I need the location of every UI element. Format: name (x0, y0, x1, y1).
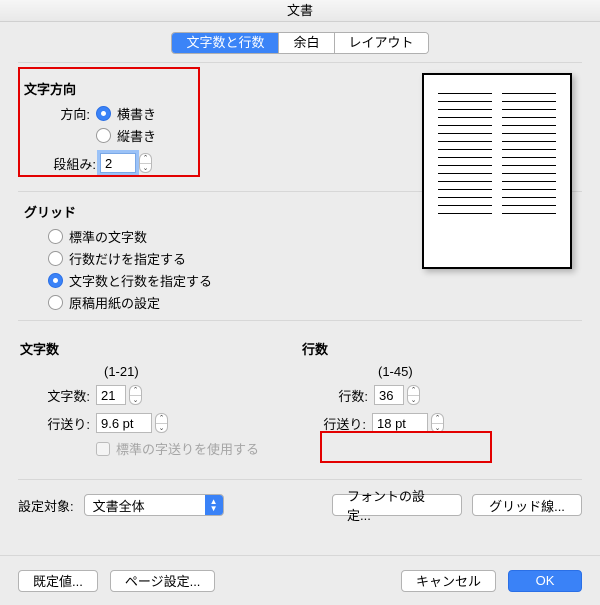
font-settings-button[interactable]: フォントの設定... (332, 494, 462, 516)
tab-chars-lines[interactable]: 文字数と行数 (172, 33, 279, 53)
ok-button[interactable]: OK (508, 570, 582, 592)
lines-pitch-stepper[interactable]: ⌃⌄ (431, 413, 444, 433)
chars-pitch-label: 行送り: (38, 414, 90, 433)
dialog-footer: 既定値... ページ設定... キャンセル OK (0, 555, 600, 605)
gridlines-button[interactable]: グリッド線... (472, 494, 582, 516)
section-lines-title: 行数 (302, 339, 582, 358)
radio-grid-lines-only-label: 行数だけを指定する (69, 249, 186, 268)
dialog-content: 文字数と行数 余白 レイアウト (0, 22, 600, 555)
apply-to-select[interactable]: 文書全体 ▲▼ (84, 494, 224, 516)
radio-grid-lines-only[interactable] (48, 251, 63, 266)
radio-vertical[interactable] (96, 128, 111, 143)
chars-range: (1-21) (104, 364, 300, 379)
columns-stepper[interactable]: ⌃⌄ (139, 153, 152, 173)
section-chars-title: 文字数 (20, 339, 300, 358)
tab-pane: 文字方向 方向: 横書き 縦書き 段組み: (18, 62, 582, 542)
radio-grid-genkou[interactable] (48, 295, 63, 310)
radio-grid-chars-lines[interactable] (48, 273, 63, 288)
columns-input[interactable] (100, 153, 136, 173)
use-default-pitch-label: 標準の字送りを使用する (116, 439, 259, 458)
chars-count-input[interactable] (96, 385, 126, 405)
tab-layout[interactable]: レイアウト (335, 33, 428, 53)
radio-grid-chars-lines-label: 文字数と行数を指定する (69, 271, 212, 290)
orientation-label: 方向: (48, 104, 90, 123)
apply-to-label: 設定対象: (18, 496, 74, 515)
chars-count-stepper[interactable]: ⌃⌄ (129, 385, 142, 405)
radio-grid-genkou-label: 原稿用紙の設定 (69, 293, 160, 312)
page-setup-button[interactable]: ページ設定... (110, 570, 216, 592)
columns-field: ⌃⌄ (100, 153, 152, 173)
lines-range: (1-45) (378, 364, 582, 379)
select-caret-icon: ▲▼ (205, 495, 223, 515)
chars-pitch-stepper[interactable]: ⌃⌄ (155, 413, 168, 433)
page-preview (422, 73, 572, 269)
radio-horizontal[interactable] (96, 106, 111, 121)
tabs: 文字数と行数 余白 レイアウト (18, 32, 582, 54)
columns-label: 段組み: (48, 154, 96, 173)
radio-grid-standard[interactable] (48, 229, 63, 244)
radio-grid-standard-label: 標準の文字数 (69, 227, 147, 246)
chars-count-label: 文字数: (38, 386, 90, 405)
defaults-button[interactable]: 既定値... (18, 570, 98, 592)
window-title: 文書 (0, 0, 600, 22)
lines-count-stepper[interactable]: ⌃⌄ (407, 385, 420, 405)
document-settings-window: 文書 文字数と行数 余白 レイアウト (0, 0, 600, 605)
lines-count-input[interactable] (374, 385, 404, 405)
radio-horizontal-label: 横書き (117, 104, 156, 123)
cancel-button[interactable]: キャンセル (401, 570, 496, 592)
lines-pitch-input[interactable] (372, 413, 428, 433)
lines-pitch-label: 行送り: (314, 414, 366, 433)
radio-vertical-label: 縦書き (117, 126, 156, 145)
apply-to-value: 文書全体 (85, 496, 205, 515)
chars-pitch-input[interactable] (96, 413, 152, 433)
lines-count-label: 行数: (328, 386, 368, 405)
tab-margins[interactable]: 余白 (279, 33, 334, 53)
use-default-pitch-checkbox (96, 442, 110, 456)
